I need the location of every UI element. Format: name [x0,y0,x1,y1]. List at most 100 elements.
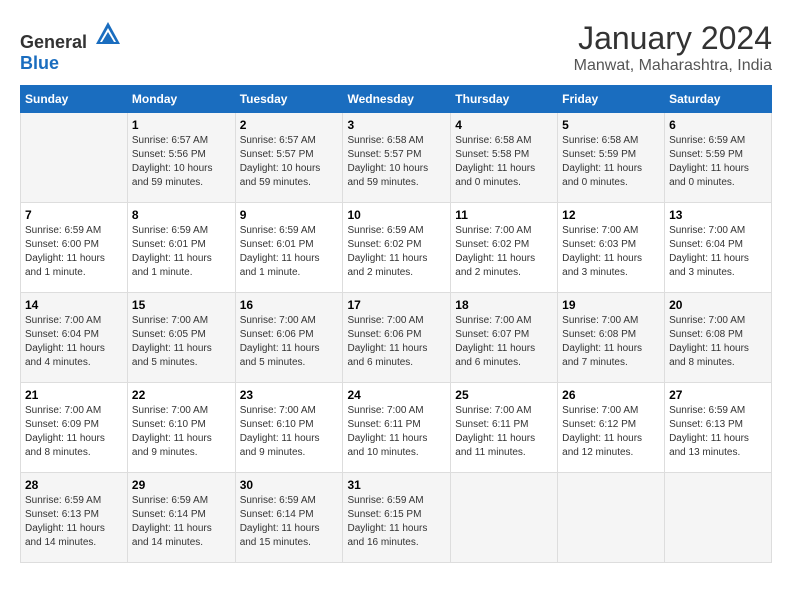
day-info: Sunrise: 6:57 AM Sunset: 5:56 PM Dayligh… [132,134,231,190]
day-header-tuesday: Tuesday [235,86,343,113]
logo-blue: Blue [20,53,59,73]
day-number: 11 [455,208,553,222]
day-info: Sunrise: 7:00 AM Sunset: 6:04 PM Dayligh… [25,314,123,370]
day-number: 29 [132,478,231,492]
calendar-cell: 23 Sunrise: 7:00 AM Sunset: 6:10 PM Dayli… [235,383,343,473]
day-number: 12 [562,208,660,222]
day-info: Sunrise: 7:00 AM Sunset: 6:02 PM Dayligh… [455,224,553,280]
calendar-cell: 26 Sunrise: 7:00 AM Sunset: 6:12 PM Dayli… [558,383,665,473]
day-number: 23 [240,388,339,402]
day-number: 27 [669,388,767,402]
day-info: Sunrise: 7:00 AM Sunset: 6:07 PM Dayligh… [455,314,553,370]
day-number: 19 [562,298,660,312]
day-info: Sunrise: 6:59 AM Sunset: 5:59 PM Dayligh… [669,134,767,190]
day-info: Sunrise: 7:00 AM Sunset: 6:06 PM Dayligh… [240,314,339,370]
calendar-table: SundayMondayTuesdayWednesdayThursdayFrid… [20,85,772,563]
calendar-cell: 29Sunrise: 6:59 AM Sunset: 6:14 PM Dayli… [127,473,235,563]
calendar-cell: 22 Sunrise: 7:00 AM Sunset: 6:10 PM Dayli… [127,383,235,473]
day-number: 28 [25,478,123,492]
calendar-cell: 6 Sunrise: 6:59 AM Sunset: 5:59 PM Daylig… [665,113,772,203]
day-header-sunday: Sunday [21,86,128,113]
day-header-thursday: Thursday [451,86,558,113]
day-number: 1 [132,118,231,132]
day-info: Sunrise: 6:59 AM Sunset: 6:02 PM Dayligh… [347,224,446,280]
day-info: Sunrise: 6:57 AM Sunset: 5:57 PM Dayligh… [240,134,339,190]
day-info: Sunrise: 7:00 AM Sunset: 6:08 PM Dayligh… [562,314,660,370]
calendar-cell: 21 Sunrise: 7:00 AM Sunset: 6:09 PM Dayli… [21,383,128,473]
day-info: Sunrise: 6:59 AM Sunset: 6:01 PM Dayligh… [240,224,339,280]
calendar-cell: 17 Sunrise: 7:00 AM Sunset: 6:06 PM Dayli… [343,293,451,383]
day-number: 17 [347,298,446,312]
calendar-week-1: 1 Sunrise: 6:57 AM Sunset: 5:56 PM Daylig… [21,113,772,203]
calendar-cell: 12 Sunrise: 7:00 AM Sunset: 6:03 PM Dayli… [558,203,665,293]
day-info: Sunrise: 7:00 AM Sunset: 6:10 PM Dayligh… [132,404,231,460]
calendar-cell: 13Sunrise: 7:00 AM Sunset: 6:04 PM Dayli… [665,203,772,293]
calendar-cell: 24 Sunrise: 7:00 AM Sunset: 6:11 PM Dayli… [343,383,451,473]
day-info: Sunrise: 6:59 AM Sunset: 6:13 PM Dayligh… [25,494,123,550]
calendar-cell [451,473,558,563]
calendar-cell: 4 Sunrise: 6:58 AM Sunset: 5:58 PM Daylig… [451,113,558,203]
day-info: Sunrise: 7:00 AM Sunset: 6:11 PM Dayligh… [347,404,446,460]
day-number: 22 [132,388,231,402]
day-header-friday: Friday [558,86,665,113]
day-number: 21 [25,388,123,402]
day-info: Sunrise: 6:59 AM Sunset: 6:14 PM Dayligh… [240,494,339,550]
calendar-cell: 8 Sunrise: 6:59 AM Sunset: 6:01 PM Daylig… [127,203,235,293]
day-number: 9 [240,208,339,222]
calendar-cell: 7 Sunrise: 6:59 AM Sunset: 6:00 PM Daylig… [21,203,128,293]
logo-icon [94,20,122,48]
day-number: 3 [347,118,446,132]
day-number: 5 [562,118,660,132]
day-header-wednesday: Wednesday [343,86,451,113]
day-info: Sunrise: 6:58 AM Sunset: 5:59 PM Dayligh… [562,134,660,190]
calendar-cell: 14 Sunrise: 7:00 AM Sunset: 6:04 PM Dayli… [21,293,128,383]
day-info: Sunrise: 7:00 AM Sunset: 6:12 PM Dayligh… [562,404,660,460]
day-number: 2 [240,118,339,132]
day-number: 7 [25,208,123,222]
calendar-cell: 11 Sunrise: 7:00 AM Sunset: 6:02 PM Dayli… [451,203,558,293]
day-number: 25 [455,388,553,402]
day-info: Sunrise: 6:59 AM Sunset: 6:01 PM Dayligh… [132,224,231,280]
calendar-cell: 27 Sunrise: 6:59 AM Sunset: 6:13 PM Dayli… [665,383,772,473]
day-info: Sunrise: 7:00 AM Sunset: 6:08 PM Dayligh… [669,314,767,370]
day-number: 8 [132,208,231,222]
day-info: Sunrise: 6:58 AM Sunset: 5:58 PM Dayligh… [455,134,553,190]
day-info: Sunrise: 7:00 AM Sunset: 6:10 PM Dayligh… [240,404,339,460]
day-info: Sunrise: 6:59 AM Sunset: 6:15 PM Dayligh… [347,494,446,550]
calendar-cell [665,473,772,563]
day-number: 14 [25,298,123,312]
day-number: 13 [669,208,767,222]
day-number: 16 [240,298,339,312]
day-header-saturday: Saturday [665,86,772,113]
day-number: 15 [132,298,231,312]
calendar-cell: 1 Sunrise: 6:57 AM Sunset: 5:56 PM Daylig… [127,113,235,203]
day-number: 24 [347,388,446,402]
day-number: 4 [455,118,553,132]
calendar-cell [21,113,128,203]
day-number: 6 [669,118,767,132]
day-number: 18 [455,298,553,312]
day-info: Sunrise: 6:59 AM Sunset: 6:13 PM Dayligh… [669,404,767,460]
calendar-cell: 15 Sunrise: 7:00 AM Sunset: 6:05 PM Dayli… [127,293,235,383]
day-number: 30 [240,478,339,492]
calendar-week-2: 7 Sunrise: 6:59 AM Sunset: 6:00 PM Daylig… [21,203,772,293]
calendar-cell: 2 Sunrise: 6:57 AM Sunset: 5:57 PM Daylig… [235,113,343,203]
day-info: Sunrise: 7:00 AM Sunset: 6:03 PM Dayligh… [562,224,660,280]
day-info: Sunrise: 6:59 AM Sunset: 6:00 PM Dayligh… [25,224,123,280]
calendar-week-4: 21 Sunrise: 7:00 AM Sunset: 6:09 PM Dayli… [21,383,772,473]
calendar-cell: 25Sunrise: 7:00 AM Sunset: 6:11 PM Dayli… [451,383,558,473]
day-number: 26 [562,388,660,402]
logo-general: General [20,32,87,52]
day-info: Sunrise: 7:00 AM Sunset: 6:09 PM Dayligh… [25,404,123,460]
day-number: 31 [347,478,446,492]
calendar-cell: 10Sunrise: 6:59 AM Sunset: 6:02 PM Dayli… [343,203,451,293]
day-info: Sunrise: 7:00 AM Sunset: 6:05 PM Dayligh… [132,314,231,370]
day-info: Sunrise: 7:00 AM Sunset: 6:06 PM Dayligh… [347,314,446,370]
day-number: 20 [669,298,767,312]
calendar-header-row: SundayMondayTuesdayWednesdayThursdayFrid… [21,86,772,113]
calendar-week-5: 28 Sunrise: 6:59 AM Sunset: 6:13 PM Dayli… [21,473,772,563]
calendar-week-3: 14 Sunrise: 7:00 AM Sunset: 6:04 PM Dayli… [21,293,772,383]
calendar-cell: 30 Sunrise: 6:59 AM Sunset: 6:14 PM Dayli… [235,473,343,563]
calendar-cell: 9 Sunrise: 6:59 AM Sunset: 6:01 PM Daylig… [235,203,343,293]
main-title: January 2024 [574,20,772,57]
